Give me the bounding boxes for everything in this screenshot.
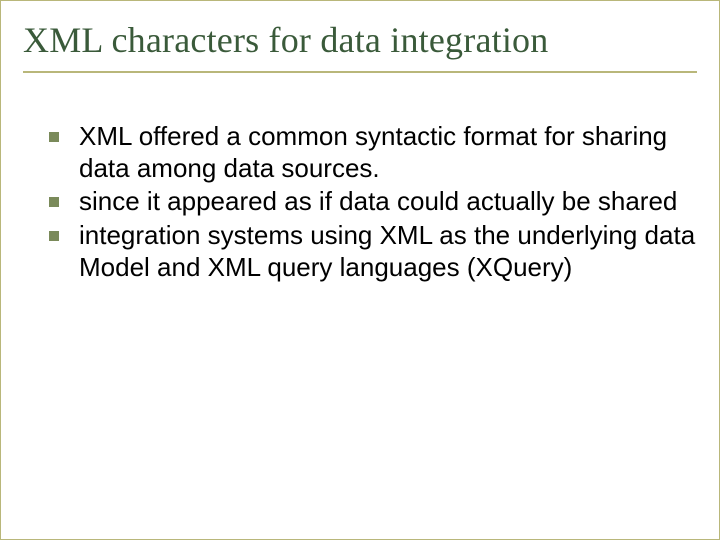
slide-title: XML characters for data integration bbox=[23, 19, 697, 61]
slide: XML characters for data integration XML … bbox=[0, 0, 720, 540]
list-item: since it appeared as if data could actua… bbox=[37, 186, 697, 218]
bullet-list: XML offered a common syntactic format fo… bbox=[23, 121, 697, 284]
title-container: XML characters for data integration bbox=[23, 19, 697, 73]
list-item: integration systems using XML as the und… bbox=[37, 220, 697, 283]
list-item: XML offered a common syntactic format fo… bbox=[37, 121, 697, 184]
